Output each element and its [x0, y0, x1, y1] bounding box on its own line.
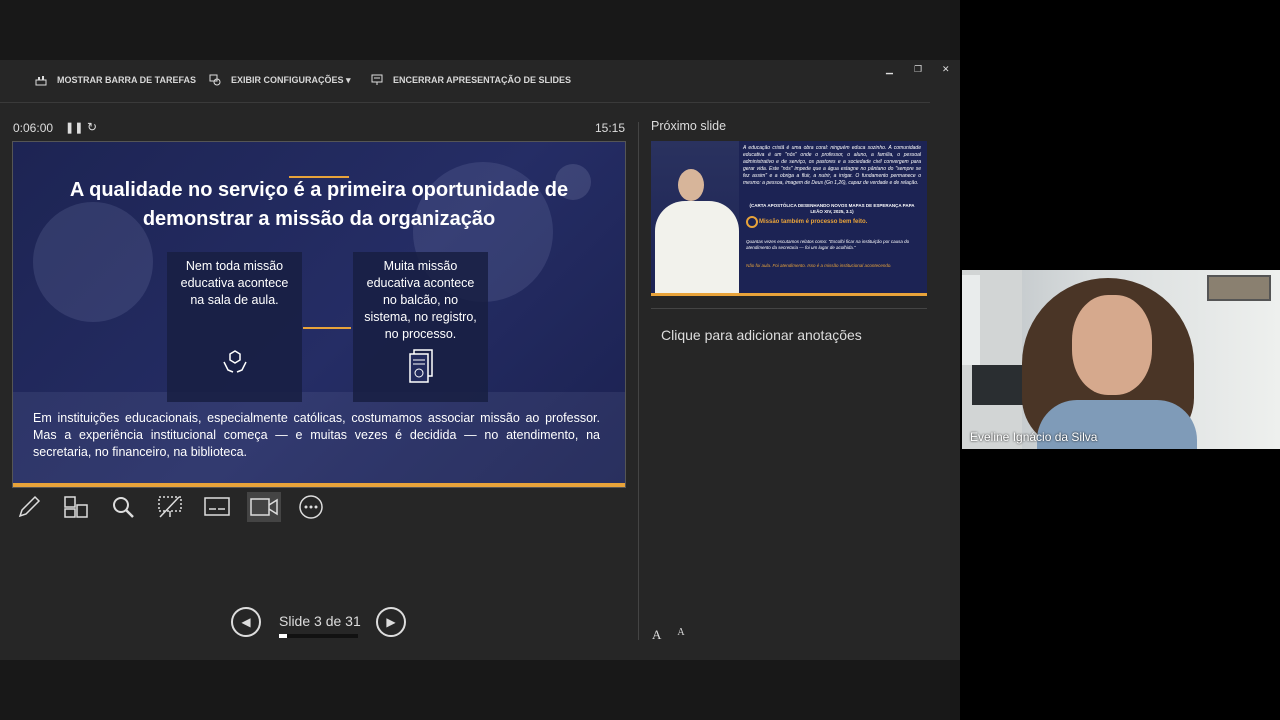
reset-timer-icon[interactable]: ↻ [87, 120, 97, 134]
next-slide-button[interactable]: ▶ [376, 607, 406, 637]
hands-box-icon [167, 348, 302, 376]
slide-progress-bar [279, 634, 358, 638]
slide-body-text: Em instituições educacionais, especialme… [33, 411, 600, 459]
bottom-letterbox [0, 660, 960, 720]
elapsed-timer: 0:06:00 [13, 121, 54, 135]
next-slide-mission: Missão também é processo bem feito. [759, 219, 868, 225]
pen-icon[interactable] [12, 492, 46, 522]
video-background-window [962, 275, 980, 365]
font-size-controls: A A [652, 627, 685, 643]
slide-counter: Slide 3 de 31 [279, 613, 361, 629]
card-counter: Muita missão educativa acontece no balcã… [353, 252, 488, 402]
restore-button[interactable]: ❐ [914, 64, 922, 75]
video-background-monitor [972, 365, 1027, 405]
slide-tools [12, 492, 328, 522]
end-slideshow-icon [371, 74, 383, 86]
next-slide-quote: Quantas vezes escutamos relatos como: "E… [746, 239, 910, 250]
see-all-slides-icon[interactable] [59, 492, 93, 522]
pope-head [678, 169, 704, 201]
presenter-toolbar: MOSTRAR BARRA DE TAREFAS EXIBIR CONFIGUR… [0, 60, 950, 103]
zoom-icon[interactable] [106, 492, 140, 522]
display-settings-label: EXIBIR CONFIGURAÇÕES ▾ [231, 74, 351, 85]
top-letterbox [0, 0, 960, 60]
decrease-font-button[interactable]: A [677, 627, 684, 643]
panel-divider[interactable] [638, 122, 639, 640]
display-settings-button[interactable]: EXIBIR CONFIGURAÇÕES ▾ [209, 74, 351, 86]
next-slide-text: A educação cristã é uma obra coral: ning… [743, 145, 921, 186]
minimize-button[interactable]: ▁ [886, 64, 893, 75]
documents-icon [353, 348, 488, 386]
slide-bottom-accent [13, 483, 625, 487]
pope-photo [651, 141, 739, 296]
show-taskbar-label: MOSTRAR BARRA DE TAREFAS [57, 75, 196, 85]
next-slide-citation: (CARTA APOSTÓLICA DESENHANDO NOVOS MAPAS… [749, 203, 915, 214]
participant-face [1072, 295, 1152, 395]
close-button[interactable]: ✕ [942, 64, 950, 75]
chevron-left-icon: ◀ [241, 615, 251, 629]
black-screen-icon[interactable] [153, 492, 187, 522]
pause-timer-icon[interactable]: ❚❚ [65, 121, 83, 134]
target-icon [746, 216, 758, 228]
slide-title: A qualidade no serviço é a primeira opor… [69, 179, 569, 230]
show-taskbar-button[interactable]: MOSTRAR BARRA DE TAREFAS [35, 74, 196, 86]
display-settings-icon [209, 74, 221, 86]
pope-body [655, 201, 739, 296]
video-background-frame [1207, 275, 1271, 301]
presenter-view: MOSTRAR BARRA DE TAREFAS EXIBIR CONFIGUR… [0, 60, 960, 660]
previous-slide-button[interactable]: ◀ [231, 607, 261, 637]
next-slide-thumbnail[interactable]: A educação cristã é uma obra coral: ning… [651, 141, 927, 296]
next-slide-bottom-accent [651, 293, 927, 296]
card-connector-line [303, 327, 351, 329]
next-slide-final: Não foi aula. Foi atendimento. Isso é a … [746, 263, 892, 268]
participant-video[interactable]: Eveline Ignácio da Silva [962, 270, 1280, 449]
end-slideshow-button[interactable]: ENCERRAR APRESENTAÇÃO DE SLIDES [371, 74, 571, 86]
camera-icon[interactable] [247, 492, 281, 522]
card-classroom-text: Nem toda missão educativa acontece na sa… [180, 259, 289, 307]
slide-progress-fill [279, 634, 287, 638]
current-time: 15:15 [595, 121, 626, 135]
increase-font-button[interactable]: A [652, 627, 661, 643]
more-options-icon[interactable] [294, 492, 328, 522]
taskbar-icon [35, 74, 47, 86]
next-slide-label: Próximo slide [651, 119, 727, 133]
notes-divider [651, 308, 927, 309]
notes-area[interactable]: Clique para adicionar anotações [661, 327, 862, 343]
subtitles-icon[interactable] [200, 492, 234, 522]
end-slideshow-label: ENCERRAR APRESENTAÇÃO DE SLIDES [393, 75, 572, 85]
chevron-right-icon: ▶ [386, 615, 396, 629]
current-slide: A qualidade no serviço é a primeira opor… [12, 141, 626, 488]
participant-name: Eveline Ignácio da Silva [970, 430, 1098, 444]
card-counter-text: Muita missão educativa acontece no balcã… [364, 259, 477, 341]
card-classroom: Nem toda missão educativa acontece na sa… [167, 252, 302, 402]
